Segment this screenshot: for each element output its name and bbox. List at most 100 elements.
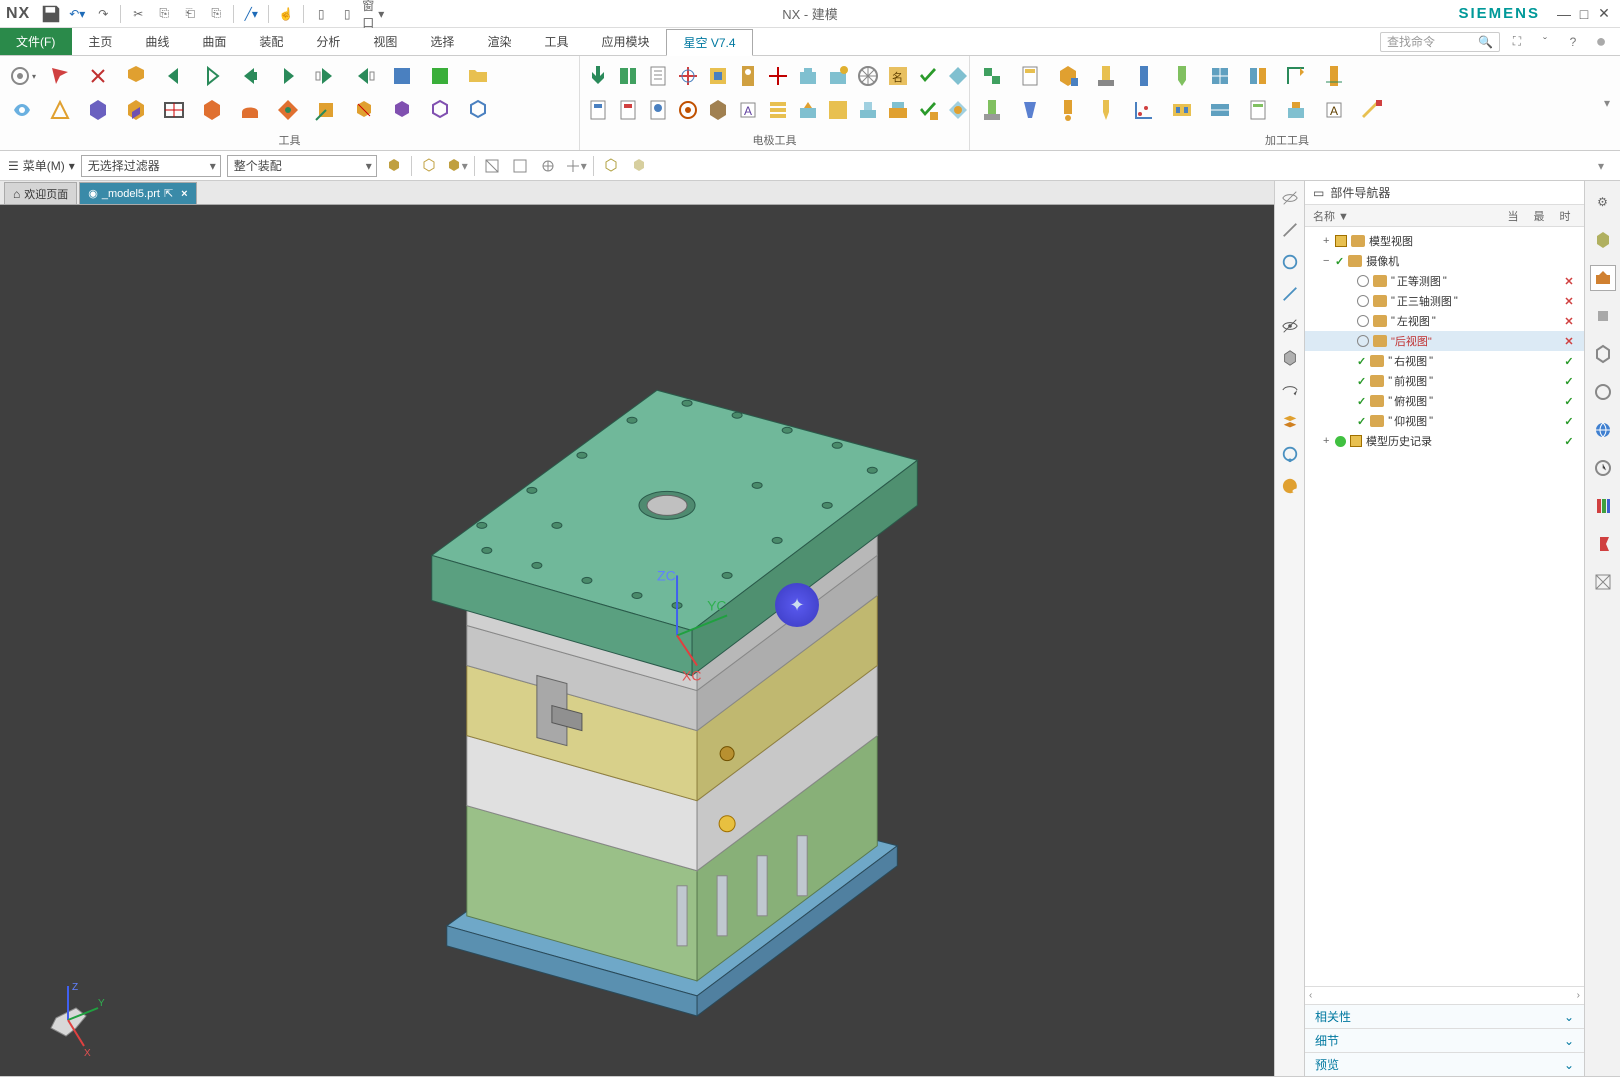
- paste2-icon[interactable]: ⎘: [205, 3, 227, 25]
- tab-pin-icon[interactable]: ⇱: [164, 187, 173, 200]
- tab-assembly[interactable]: 装配: [243, 28, 300, 55]
- elec-icon-5[interactable]: [706, 60, 730, 92]
- tree-cameras[interactable]: −✓摄像机: [1305, 251, 1584, 271]
- elec-icon-b2[interactable]: [616, 94, 640, 126]
- elec-icon-1[interactable]: [586, 60, 610, 92]
- tab-surface[interactable]: 曲面: [186, 28, 243, 55]
- elec-icon-9[interactable]: [826, 60, 850, 92]
- tool-icon-b7[interactable]: [234, 94, 266, 126]
- elec-icon-b7[interactable]: [766, 94, 790, 126]
- tool-icon-b4[interactable]: [120, 94, 152, 126]
- tab-curve[interactable]: 曲线: [129, 28, 186, 55]
- tree-history[interactable]: +模型历史记录 ✓: [1305, 431, 1584, 451]
- tab-view[interactable]: 视图: [357, 28, 414, 55]
- resbar-reuse-icon[interactable]: [1590, 341, 1616, 367]
- view-ring-icon[interactable]: [1279, 443, 1301, 465]
- tab-select[interactable]: 选择: [414, 28, 471, 55]
- selbar-icon-6[interactable]: [537, 155, 559, 177]
- resbar-constraint-icon[interactable]: [1590, 303, 1616, 329]
- selbar-icon-9[interactable]: [628, 155, 650, 177]
- resbar-gear-icon[interactable]: ⚙: [1590, 189, 1616, 215]
- copy-icon[interactable]: ⎘: [153, 3, 175, 25]
- tool-icon-3[interactable]: [82, 60, 114, 92]
- tool-icon-b3[interactable]: [82, 94, 114, 126]
- tab-welcome[interactable]: ⌂欢迎页面: [4, 182, 77, 204]
- undo-icon[interactable]: ↶▾: [66, 3, 88, 25]
- mach-icon-9[interactable]: [1280, 60, 1312, 92]
- elec-icon-b1[interactable]: [586, 94, 610, 126]
- tree-cam-trimetric[interactable]: "正三轴测图" ✕: [1305, 291, 1584, 311]
- accordion-preview[interactable]: 预览⌄: [1305, 1052, 1584, 1076]
- tool-green-box[interactable]: [424, 60, 456, 92]
- tool-icon-b9[interactable]: [310, 94, 342, 126]
- resbar-browser-icon[interactable]: [1590, 417, 1616, 443]
- elec-icon-b5[interactable]: [706, 94, 730, 126]
- tab-render[interactable]: 渲染: [471, 28, 528, 55]
- resbar-roles-icon[interactable]: [1590, 531, 1616, 557]
- selbar-icon-5[interactable]: [509, 155, 531, 177]
- cut-icon[interactable]: ✂: [127, 3, 149, 25]
- mach-icon-8[interactable]: [1242, 60, 1274, 92]
- tab-home[interactable]: 主页: [72, 28, 129, 55]
- mach-icon-10[interactable]: [1318, 60, 1350, 92]
- tab-close-button[interactable]: ×: [181, 188, 187, 200]
- tree-cam-right[interactable]: ✓"右视图" ✓: [1305, 351, 1584, 371]
- mach-icon-b7[interactable]: [1204, 94, 1236, 126]
- elec-icon-3[interactable]: [646, 60, 670, 92]
- tree-cam-top[interactable]: ✓"俯视图" ✓: [1305, 391, 1584, 411]
- tool-arrow-left2[interactable]: [234, 60, 266, 92]
- tool-icon-4[interactable]: [120, 60, 152, 92]
- elec-icon-b8[interactable]: [796, 94, 820, 126]
- selbar-overflow[interactable]: ▾: [1590, 155, 1612, 177]
- tree-hscroll[interactable]: ‹›: [1305, 986, 1584, 1004]
- minimize-button[interactable]: —: [1554, 4, 1574, 24]
- selbar-icon-8[interactable]: [600, 155, 622, 177]
- tool-sheet-icon[interactable]: [386, 60, 418, 92]
- mach-icon-b5[interactable]: [1128, 94, 1160, 126]
- mach-icon-b1[interactable]: [976, 94, 1008, 126]
- elec-icon-7[interactable]: [766, 60, 790, 92]
- tool-icon-b8[interactable]: [272, 94, 304, 126]
- layout2-icon[interactable]: ▯: [336, 3, 358, 25]
- mach-icon-b10[interactable]: A: [1318, 94, 1350, 126]
- tab-xingkong[interactable]: 星空 V7.4: [666, 29, 752, 56]
- fullscreen-icon[interactable]: ⛶: [1506, 31, 1528, 53]
- selbar-icon-1[interactable]: [383, 155, 405, 177]
- mach-icon-b4[interactable]: [1090, 94, 1122, 126]
- selbar-icon-7[interactable]: ▾: [565, 155, 587, 177]
- touch-icon[interactable]: ☝: [275, 3, 297, 25]
- view-layers-icon[interactable]: [1279, 411, 1301, 433]
- tab-file[interactable]: 文件(F): [0, 28, 72, 55]
- elec-icon-8[interactable]: [796, 60, 820, 92]
- elec-icon-11[interactable]: 名: [886, 60, 910, 92]
- mach-icon-b8[interactable]: [1242, 94, 1274, 126]
- tool-folder-icon[interactable]: [462, 60, 494, 92]
- selbar-icon-3[interactable]: ▾: [446, 155, 468, 177]
- selbar-icon-2[interactable]: [418, 155, 440, 177]
- mach-icon-b11[interactable]: [1356, 94, 1388, 126]
- close-button[interactable]: ✕: [1594, 4, 1614, 24]
- tool-arrow-box-l[interactable]: [348, 60, 380, 92]
- elec-icon-b11[interactable]: [886, 94, 910, 126]
- view-eye-off-icon[interactable]: [1279, 187, 1301, 209]
- tab-application[interactable]: 应用模块: [585, 28, 666, 55]
- layout1-icon[interactable]: ▯: [310, 3, 332, 25]
- tool-icon-b2[interactable]: [44, 94, 76, 126]
- mach-icon-b6[interactable]: [1166, 94, 1198, 126]
- mach-icon-2[interactable]: [1014, 60, 1046, 92]
- view-eye-arrow-icon[interactable]: [1279, 379, 1301, 401]
- paste-icon[interactable]: ⎗: [179, 3, 201, 25]
- mach-icon-6[interactable]: [1166, 60, 1198, 92]
- elec-icon-4[interactable]: [676, 60, 700, 92]
- view-palette-icon[interactable]: [1279, 475, 1301, 497]
- resbar-palette-icon[interactable]: [1590, 493, 1616, 519]
- tree-column-header[interactable]: 名称 ▼ 当 最 时: [1305, 205, 1584, 227]
- help-icon[interactable]: ?: [1562, 31, 1584, 53]
- mach-icon-b9[interactable]: [1280, 94, 1312, 126]
- view-circle-icon[interactable]: [1279, 251, 1301, 273]
- view-line-icon[interactable]: [1279, 219, 1301, 241]
- mach-icon-5[interactable]: [1128, 60, 1160, 92]
- selection-filter-combo[interactable]: 无选择过滤器: [81, 155, 221, 177]
- elec-icon-b12[interactable]: [916, 94, 940, 126]
- mach-icon-1[interactable]: [976, 60, 1008, 92]
